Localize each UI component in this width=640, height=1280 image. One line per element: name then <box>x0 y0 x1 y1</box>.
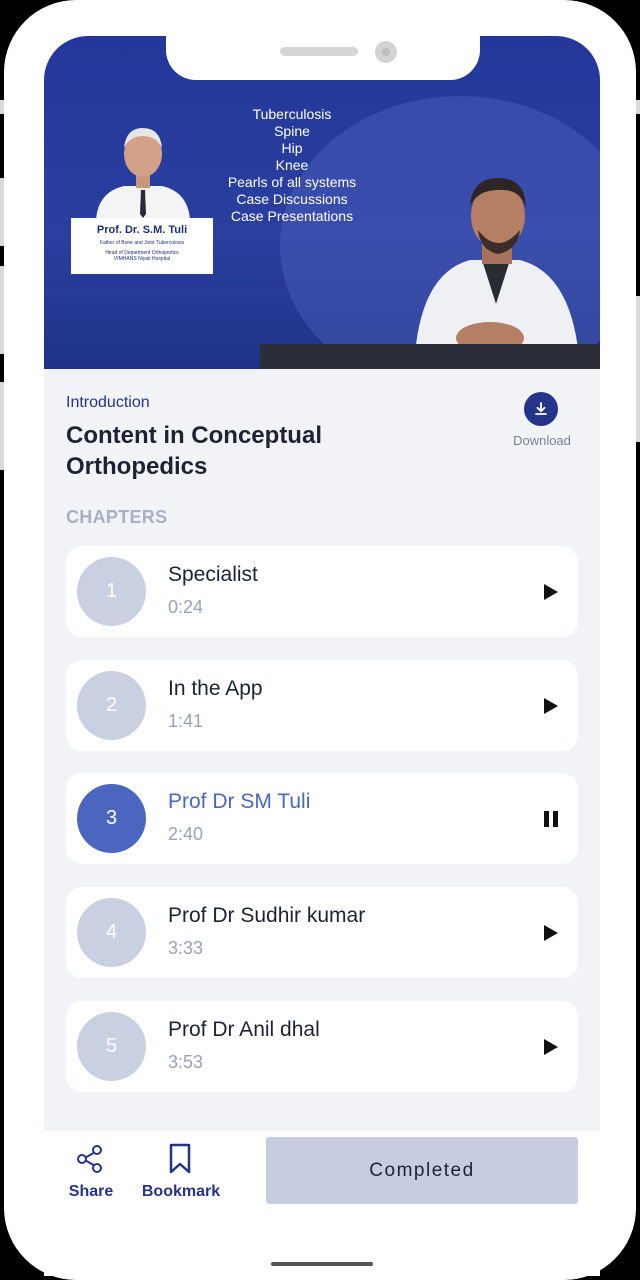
chapter-title: Prof Dr Sudhir kumar <box>168 904 366 927</box>
home-indicator[interactable] <box>271 1262 373 1266</box>
bottom-action-bar: Share Bookmark Completed <box>44 1131 600 1276</box>
phone-side-button <box>636 296 640 442</box>
section-label: Introduction <box>66 394 150 411</box>
video-topic: Case Presentations <box>230 208 354 224</box>
front-camera-icon <box>375 41 397 63</box>
phone-side-button <box>636 100 640 114</box>
bookmark-icon[interactable] <box>167 1143 193 1175</box>
doctor-title-line: Father of Bone and Joint Tuberculosis <box>99 240 185 246</box>
download-button[interactable] <box>524 392 558 426</box>
share-icon[interactable] <box>75 1144 105 1174</box>
chapters-heading: CHAPTERS <box>66 507 168 527</box>
play-icon[interactable] <box>541 582 561 602</box>
chapter-title: In the App <box>168 677 263 700</box>
doctor-name: Prof. Dr. S.M. Tuli <box>96 224 188 236</box>
doctor-title-line: VIMHANS Niyati Hospital <box>113 256 171 262</box>
share-button[interactable]: Share <box>62 1183 120 1201</box>
play-icon[interactable] <box>541 1037 561 1057</box>
play-icon[interactable] <box>541 696 561 716</box>
chapter-duration: 3:33 <box>168 938 204 958</box>
chapter-duration: 2:40 <box>168 824 204 844</box>
video-topic: Pearls of all systems <box>227 174 357 190</box>
chapter-title: Prof Dr SM Tuli <box>168 790 311 813</box>
app-screen: Tuberculosis Spine Hip Knee Pearls of al… <box>44 36 600 1276</box>
chapter-item-active[interactable]: 3 Prof Dr SM Tuli 2:40 <box>66 773 578 864</box>
video-topic: Tuberculosis <box>252 106 332 122</box>
video-topic: Hip <box>281 140 303 156</box>
video-topic: Spine <box>274 123 310 139</box>
chapter-number: 5 <box>77 1012 146 1081</box>
video-topic: Knee <box>275 157 309 173</box>
completed-button[interactable]: Completed <box>266 1137 578 1204</box>
video-topic: Case Discussions <box>236 191 348 207</box>
presenter-desk <box>260 344 600 369</box>
bookmark-button[interactable]: Bookmark <box>134 1183 228 1201</box>
chapter-title: Prof Dr Anil dhal <box>168 1018 320 1041</box>
download-label[interactable]: Download <box>502 433 582 448</box>
chapter-number: 3 <box>77 784 146 853</box>
chapter-duration: 0:24 <box>168 597 204 617</box>
download-icon <box>535 402 547 415</box>
video-player[interactable]: Tuberculosis Spine Hip Knee Pearls of al… <box>44 36 600 369</box>
chapter-number: 2 <box>77 671 146 740</box>
video-topic-list: Tuberculosis Spine Hip Knee Pearls of al… <box>212 106 372 225</box>
chapter-item[interactable]: 5 Prof Dr Anil dhal 3:53 <box>66 1001 578 1092</box>
speaker-grille <box>280 47 358 56</box>
chapter-number: 1 <box>77 557 146 626</box>
chapter-duration: 1:41 <box>168 711 204 731</box>
play-icon[interactable] <box>541 923 561 943</box>
chapter-item[interactable]: 2 In the App 1:41 <box>66 660 578 751</box>
chapter-number: 4 <box>77 898 146 967</box>
doctor-portrait <box>96 128 190 220</box>
doctor-name-card: Prof. Dr. S.M. Tuli Father of Bone and J… <box>71 218 213 274</box>
chapter-item[interactable]: 4 Prof Dr Sudhir kumar 3:33 <box>66 887 578 978</box>
chapter-title: Specialist <box>168 563 258 586</box>
chapter-item[interactable]: 1 Specialist 0:24 <box>66 546 578 637</box>
course-title: Content in Conceptual Orthopedics <box>66 422 322 480</box>
phone-mockup: Tuberculosis Spine Hip Knee Pearls of al… <box>0 0 640 1280</box>
chapter-duration: 3:53 <box>168 1052 204 1072</box>
presenter-figure <box>414 178 580 369</box>
pause-icon[interactable] <box>541 809 561 829</box>
